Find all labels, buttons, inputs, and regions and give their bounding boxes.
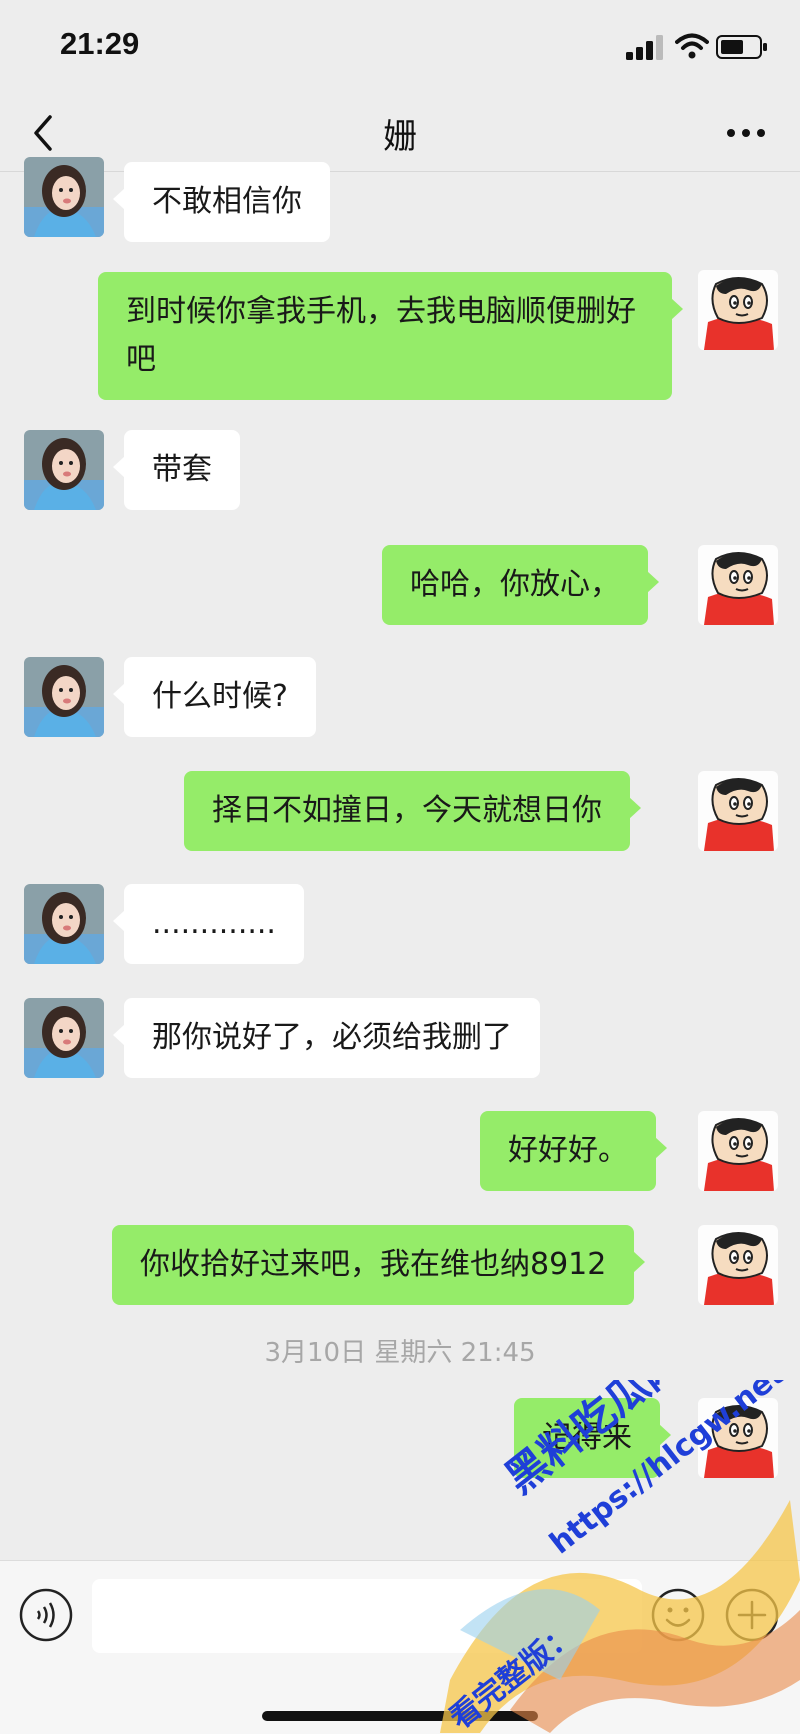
my-avatar[interactable] (698, 545, 778, 625)
message-timestamp: 3月10日 星期六 21:45 (264, 1338, 536, 1368)
plus-icon[interactable] (724, 1587, 780, 1643)
status-bar: 21:29 (0, 0, 800, 95)
contact-avatar[interactable] (24, 657, 104, 737)
message-bubble-outgoing[interactable]: 哈哈，你放心， (382, 545, 659, 625)
status-time: 21:29 (60, 26, 140, 61)
wifi-icon (675, 33, 709, 59)
message-bubble-incoming[interactable]: ............. (113, 884, 304, 964)
message-bubble-outgoing[interactable]: 你收拾好过来吧，我在维也纳8912 (112, 1225, 646, 1305)
input-bar (0, 1560, 800, 1734)
contact-avatar[interactable] (24, 430, 104, 510)
emoji-icon[interactable] (650, 1587, 706, 1643)
message-bubble-outgoing[interactable]: 择日不如撞日，今天就想日你 (184, 771, 641, 851)
contact-avatar[interactable] (24, 157, 104, 237)
more-dots-icon[interactable] (725, 125, 767, 141)
message-input[interactable] (92, 1579, 642, 1653)
contact-avatar[interactable] (24, 998, 104, 1078)
my-avatar[interactable] (698, 771, 778, 851)
message-bubble-outgoing[interactable]: 好好好。 (480, 1111, 667, 1191)
message-bubble-incoming[interactable]: 那你说好了，必须给我删了 (113, 998, 540, 1078)
my-avatar[interactable] (698, 1398, 778, 1478)
contact-avatar[interactable] (24, 884, 104, 964)
message-bubble-outgoing[interactable]: 到时候你拿我手机，去我电脑顺便删好吧 (98, 272, 683, 400)
chat-header: 姗 (0, 95, 800, 172)
message-bubble-incoming[interactable]: 什么时候? (113, 657, 316, 737)
message-bubble-incoming[interactable]: 不敢相信你 (113, 162, 330, 242)
message-bubble-outgoing[interactable]: 记得来 (514, 1398, 671, 1478)
cellular-signal-icon (626, 35, 663, 60)
message-bubble-incoming[interactable]: 带套 (113, 430, 240, 510)
my-avatar[interactable] (698, 1111, 778, 1191)
battery-icon (716, 35, 767, 59)
chat-title: 姗 (383, 117, 417, 157)
my-avatar[interactable] (698, 270, 778, 350)
my-avatar[interactable] (698, 1225, 778, 1305)
voice-icon[interactable] (18, 1587, 74, 1643)
home-indicator (262, 1711, 538, 1721)
